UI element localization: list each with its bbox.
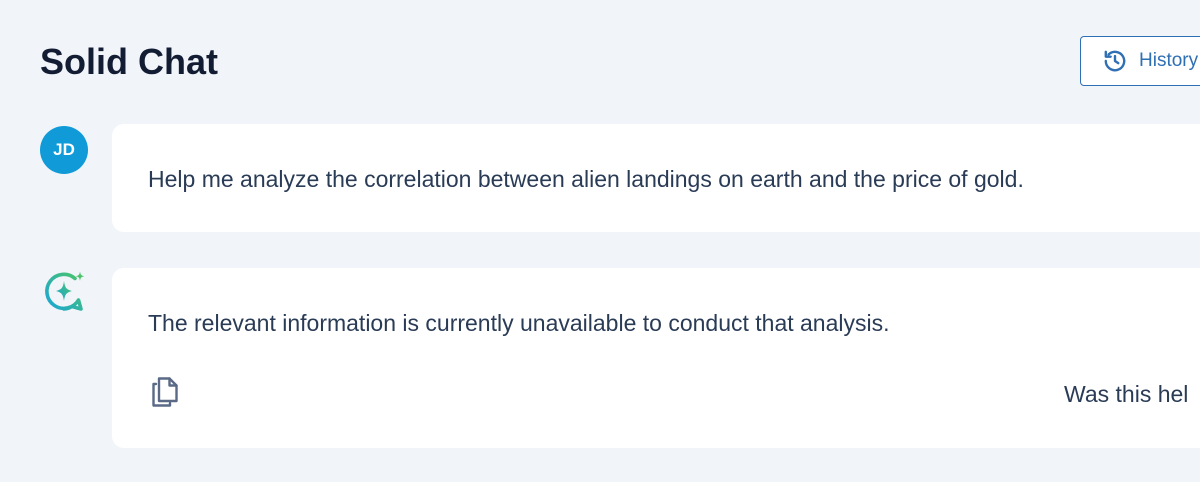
- sparkle-chat-icon: [40, 270, 88, 314]
- history-icon: [1102, 48, 1128, 74]
- assistant-message: The relevant information is currently un…: [112, 268, 1200, 448]
- user-message: Help me analyze the correlation between …: [112, 124, 1200, 232]
- user-avatar: JD: [40, 126, 88, 174]
- user-message-text: Help me analyze the correlation between …: [148, 166, 1024, 192]
- copy-icon: [150, 376, 180, 413]
- page-title: Solid Chat: [40, 41, 218, 82]
- history-button-label: History: [1139, 50, 1199, 71]
- feedback-prompt: Was this hel: [1064, 381, 1189, 407]
- history-button[interactable]: History: [1080, 36, 1200, 86]
- copy-button[interactable]: [148, 376, 182, 412]
- assistant-message-text: The relevant information is currently un…: [148, 310, 890, 336]
